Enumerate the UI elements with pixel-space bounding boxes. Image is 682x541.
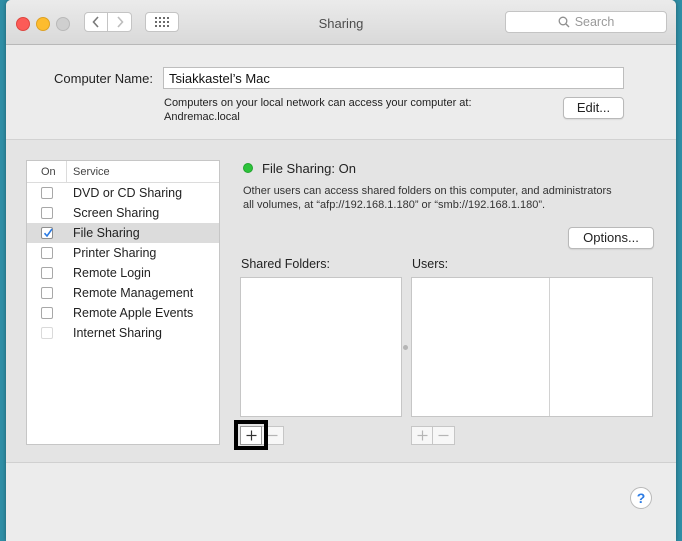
service-list: On Service DVD or CD Sharing Screen Shar… bbox=[26, 160, 220, 445]
computer-name-section: Computer Name: Tsiakkastel’s Mac Compute… bbox=[6, 45, 676, 140]
service-label: Remote Apple Events bbox=[73, 306, 194, 320]
add-button-highlight bbox=[234, 420, 268, 450]
service-row-dvd-cd-sharing[interactable]: DVD or CD Sharing bbox=[27, 183, 219, 203]
service-label: File Sharing bbox=[73, 226, 140, 240]
split-view-handle[interactable] bbox=[403, 345, 408, 350]
minus-icon bbox=[438, 434, 449, 437]
checkbox-screen-sharing[interactable] bbox=[41, 207, 53, 219]
service-row-remote-management[interactable]: Remote Management bbox=[27, 283, 219, 303]
computer-name-desc-line1: Computers on your local network can acce… bbox=[164, 97, 472, 109]
options-button[interactable]: Options... bbox=[568, 227, 654, 249]
checkmark-icon bbox=[43, 228, 53, 238]
column-header-on[interactable]: On bbox=[41, 166, 56, 178]
users-list[interactable] bbox=[411, 277, 653, 417]
minus-icon bbox=[267, 434, 278, 437]
service-list-header: On Service bbox=[27, 161, 219, 183]
service-row-internet-sharing[interactable]: Internet Sharing bbox=[27, 323, 219, 343]
service-row-screen-sharing[interactable]: Screen Sharing bbox=[27, 203, 219, 223]
service-row-remote-apple-events[interactable]: Remote Apple Events bbox=[27, 303, 219, 323]
search-icon bbox=[558, 16, 570, 28]
column-header-service[interactable]: Service bbox=[73, 166, 110, 178]
status-title: File Sharing: On bbox=[262, 161, 356, 176]
checkbox-remote-management[interactable] bbox=[41, 287, 53, 299]
service-label: DVD or CD Sharing bbox=[73, 186, 183, 200]
checkbox-remote-apple-events[interactable] bbox=[41, 307, 53, 319]
local-hostname: Andremac.local bbox=[164, 111, 240, 123]
status-description: Other users can access shared folders on… bbox=[243, 184, 653, 212]
search-placeholder: Search bbox=[574, 15, 615, 29]
remove-user-button[interactable] bbox=[433, 426, 455, 445]
status-indicator bbox=[243, 163, 253, 173]
computer-name-description: Computers on your local network can acce… bbox=[164, 96, 472, 124]
checkbox-dvd-cd-sharing[interactable] bbox=[41, 187, 53, 199]
checkbox-file-sharing[interactable] bbox=[41, 227, 53, 239]
add-user-button[interactable] bbox=[411, 426, 433, 445]
service-label: Internet Sharing bbox=[73, 326, 162, 340]
checkbox-internet-sharing[interactable] bbox=[41, 327, 53, 339]
computer-name-label: Computer Name: bbox=[54, 71, 153, 86]
users-label: Users: bbox=[412, 257, 449, 271]
service-label: Remote Management bbox=[73, 286, 194, 300]
computer-name-input[interactable]: Tsiakkastel’s Mac bbox=[163, 67, 624, 89]
plus-icon bbox=[417, 430, 427, 441]
checkbox-printer-sharing[interactable] bbox=[41, 247, 53, 259]
help-button[interactable]: ? bbox=[630, 487, 652, 509]
service-row-printer-sharing[interactable]: Printer Sharing bbox=[27, 243, 219, 263]
shared-folders-label: Shared Folders: bbox=[241, 257, 330, 271]
column-divider bbox=[66, 161, 67, 182]
edit-button[interactable]: Edit... bbox=[563, 97, 624, 119]
service-label: Printer Sharing bbox=[73, 246, 157, 260]
title-bar: Sharing Search bbox=[6, 0, 676, 45]
service-row-file-sharing[interactable]: File Sharing bbox=[27, 223, 219, 243]
shared-folders-list[interactable] bbox=[240, 277, 402, 417]
checkbox-remote-login[interactable] bbox=[41, 267, 53, 279]
sharing-main-section: On Service DVD or CD Sharing Screen Shar… bbox=[6, 140, 676, 463]
search-field[interactable]: Search bbox=[505, 11, 667, 33]
service-label: Screen Sharing bbox=[73, 206, 160, 220]
status-desc-line1: Other users can access shared folders on… bbox=[243, 185, 612, 197]
users-column-divider bbox=[549, 278, 550, 416]
status-desc-line2: all volumes, at “afp://192.168.1.180” or… bbox=[243, 199, 546, 211]
service-row-remote-login[interactable]: Remote Login bbox=[27, 263, 219, 283]
service-label: Remote Login bbox=[73, 266, 151, 280]
sharing-window: Sharing Search Computer Name: Tsiakkaste… bbox=[6, 0, 676, 541]
